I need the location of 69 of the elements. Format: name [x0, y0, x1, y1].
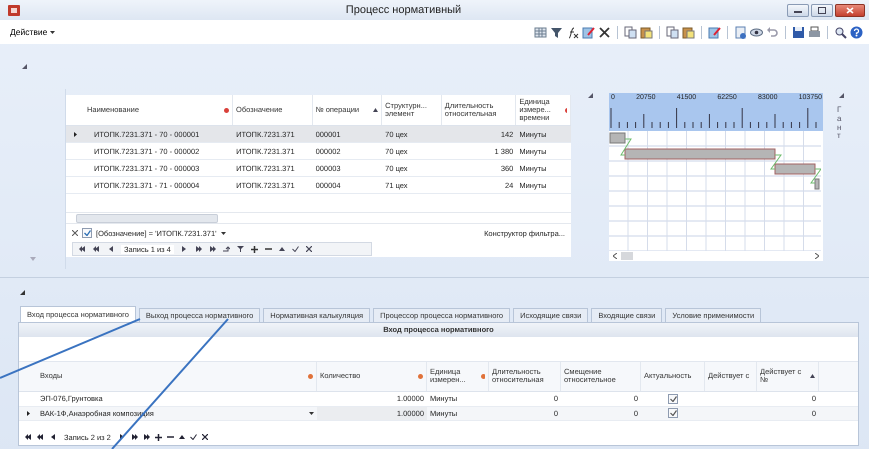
caret-icon[interactable] — [220, 232, 226, 234]
edit-icon[interactable] — [582, 26, 595, 38]
collapse-icon[interactable] — [838, 93, 844, 98]
edit-icon[interactable] — [708, 26, 721, 38]
save-icon[interactable] — [792, 26, 805, 38]
horizontal-scrollbar[interactable] — [66, 212, 571, 224]
last-icon[interactable] — [142, 434, 150, 440]
gantt-tab[interactable]: Гант — [837, 106, 845, 142]
grid-icon[interactable] — [534, 26, 547, 38]
collapse-icon[interactable] — [588, 93, 593, 98]
actuality-checkbox[interactable] — [668, 408, 678, 418]
close-icon[interactable] — [72, 230, 78, 236]
prevpage-icon[interactable] — [37, 434, 44, 440]
add-icon[interactable] — [250, 246, 258, 252]
scroll-left-icon[interactable] — [613, 253, 617, 259]
copy-icon[interactable] — [666, 26, 679, 38]
minimize-button[interactable] — [787, 4, 809, 16]
check-icon[interactable] — [190, 434, 197, 440]
collapse-icon[interactable] — [22, 64, 27, 69]
formula-icon[interactable] — [566, 26, 579, 38]
filter-icon[interactable] — [236, 246, 244, 252]
add-icon[interactable] — [154, 434, 162, 441]
prevpage-icon[interactable] — [93, 246, 100, 252]
check-icon[interactable] — [292, 246, 299, 252]
search-icon[interactable] — [834, 26, 847, 38]
remove-icon[interactable] — [166, 436, 174, 438]
scrollbar-thumb[interactable] — [621, 252, 633, 260]
window-title: Процесс нормативный — [344, 4, 462, 16]
sort-arrow-icon — [373, 108, 378, 112]
prev-icon[interactable] — [107, 246, 114, 252]
filter-dot-icon — [418, 374, 423, 379]
filter-dot-icon — [224, 108, 230, 112]
doc-icon[interactable] — [734, 26, 747, 38]
help-icon[interactable] — [850, 26, 863, 38]
close-button[interactable] — [835, 4, 865, 16]
maximize-button[interactable] — [811, 4, 833, 16]
insert-icon[interactable] — [222, 246, 230, 252]
delete-icon[interactable] — [598, 26, 611, 38]
current-row-icon — [26, 410, 30, 416]
up-icon[interactable] — [178, 435, 185, 440]
filter-checkbox[interactable] — [82, 228, 92, 238]
actuality-checkbox[interactable] — [668, 394, 678, 404]
cancel-icon[interactable] — [306, 246, 312, 252]
sort-arrow-icon — [810, 374, 815, 378]
next-icon[interactable] — [180, 246, 188, 252]
eye-icon[interactable] — [750, 26, 763, 38]
nextpage-icon[interactable] — [194, 246, 202, 252]
paste-icon[interactable] — [682, 26, 695, 38]
maximize-icon — [818, 6, 826, 14]
first-icon[interactable] — [79, 246, 86, 252]
first-icon[interactable] — [25, 434, 32, 440]
prev-icon[interactable] — [49, 434, 56, 440]
nextpage-icon[interactable] — [130, 434, 138, 440]
close-icon — [846, 6, 854, 14]
filter-icon[interactable] — [550, 26, 563, 38]
print-icon[interactable] — [808, 26, 821, 38]
last-icon[interactable] — [208, 246, 216, 252]
collapse-icon[interactable] — [20, 290, 25, 294]
cancel-icon[interactable] — [202, 434, 208, 440]
app-logo-icon — [8, 4, 20, 16]
dropdown-caret-icon[interactable] — [309, 412, 314, 415]
up-icon[interactable] — [278, 247, 285, 251]
filter-dot-icon — [308, 374, 313, 379]
action-menu[interactable]: Действие — [10, 27, 48, 37]
current-row-icon — [74, 132, 76, 136]
caret-icon — [50, 30, 56, 34]
scroll-right-icon[interactable] — [815, 253, 819, 259]
paste-icon[interactable] — [640, 26, 653, 38]
copy-icon[interactable] — [624, 26, 637, 38]
